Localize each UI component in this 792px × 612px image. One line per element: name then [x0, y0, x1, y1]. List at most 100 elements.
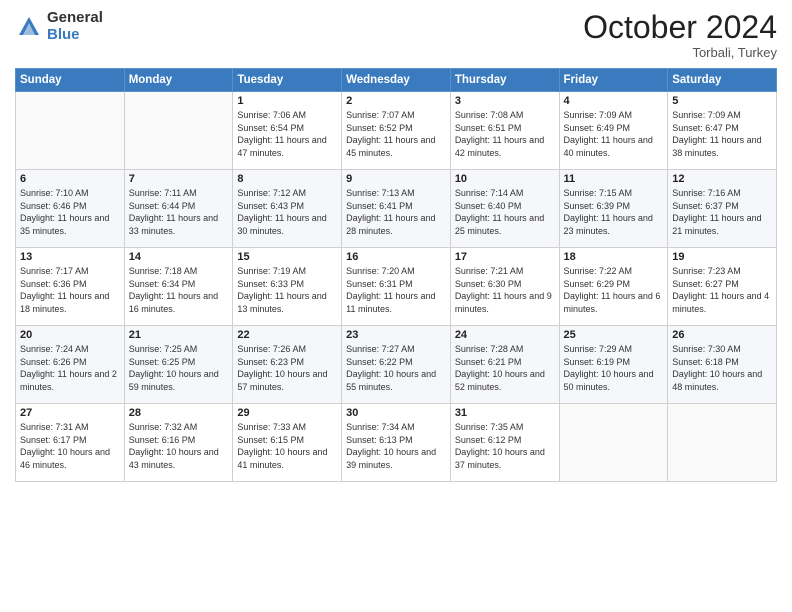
calendar-cell: 21 Sunrise: 7:25 AMSunset: 6:25 PMDaylig… [124, 326, 233, 404]
calendar-cell: 10 Sunrise: 7:14 AMSunset: 6:40 PMDaylig… [450, 170, 559, 248]
day-header-thursday: Thursday [450, 69, 559, 92]
day-number: 12 [672, 173, 772, 185]
calendar-week-row: 13 Sunrise: 7:17 AMSunset: 6:36 PMDaylig… [16, 248, 777, 326]
day-number: 6 [20, 173, 120, 185]
day-number: 10 [455, 173, 555, 185]
logo-blue-text: Blue [47, 27, 103, 44]
calendar-cell: 22 Sunrise: 7:26 AMSunset: 6:23 PMDaylig… [233, 326, 342, 404]
calendar-header-row: SundayMondayTuesdayWednesdayThursdayFrid… [16, 69, 777, 92]
day-number: 2 [346, 95, 446, 107]
day-number: 3 [455, 95, 555, 107]
day-info: Sunrise: 7:33 AMSunset: 6:15 PMDaylight:… [237, 421, 337, 471]
calendar-cell: 24 Sunrise: 7:28 AMSunset: 6:21 PMDaylig… [450, 326, 559, 404]
calendar-cell: 19 Sunrise: 7:23 AMSunset: 6:27 PMDaylig… [668, 248, 777, 326]
calendar-cell: 20 Sunrise: 7:24 AMSunset: 6:26 PMDaylig… [16, 326, 125, 404]
calendar-cell: 7 Sunrise: 7:11 AMSunset: 6:44 PMDayligh… [124, 170, 233, 248]
day-number: 25 [564, 329, 664, 341]
day-number: 14 [129, 251, 229, 263]
calendar-cell: 4 Sunrise: 7:09 AMSunset: 6:49 PMDayligh… [559, 92, 668, 170]
day-header-tuesday: Tuesday [233, 69, 342, 92]
calendar-cell: 17 Sunrise: 7:21 AMSunset: 6:30 PMDaylig… [450, 248, 559, 326]
day-number: 23 [346, 329, 446, 341]
calendar-cell: 16 Sunrise: 7:20 AMSunset: 6:31 PMDaylig… [342, 248, 451, 326]
day-info: Sunrise: 7:08 AMSunset: 6:51 PMDaylight:… [455, 109, 555, 159]
calendar-cell: 31 Sunrise: 7:35 AMSunset: 6:12 PMDaylig… [450, 404, 559, 482]
calendar-week-row: 1 Sunrise: 7:06 AMSunset: 6:54 PMDayligh… [16, 92, 777, 170]
day-info: Sunrise: 7:14 AMSunset: 6:40 PMDaylight:… [455, 187, 555, 237]
day-info: Sunrise: 7:35 AMSunset: 6:12 PMDaylight:… [455, 421, 555, 471]
calendar-cell: 12 Sunrise: 7:16 AMSunset: 6:37 PMDaylig… [668, 170, 777, 248]
calendar-cell: 14 Sunrise: 7:18 AMSunset: 6:34 PMDaylig… [124, 248, 233, 326]
day-info: Sunrise: 7:13 AMSunset: 6:41 PMDaylight:… [346, 187, 446, 237]
calendar-cell: 5 Sunrise: 7:09 AMSunset: 6:47 PMDayligh… [668, 92, 777, 170]
calendar-cell: 25 Sunrise: 7:29 AMSunset: 6:19 PMDaylig… [559, 326, 668, 404]
logo-icon [15, 13, 43, 41]
day-number: 28 [129, 407, 229, 419]
day-number: 4 [564, 95, 664, 107]
day-number: 13 [20, 251, 120, 263]
day-info: Sunrise: 7:17 AMSunset: 6:36 PMDaylight:… [20, 265, 120, 315]
day-number: 1 [237, 95, 337, 107]
day-header-friday: Friday [559, 69, 668, 92]
day-info: Sunrise: 7:27 AMSunset: 6:22 PMDaylight:… [346, 343, 446, 393]
day-number: 5 [672, 95, 772, 107]
calendar-cell [16, 92, 125, 170]
day-number: 17 [455, 251, 555, 263]
day-header-monday: Monday [124, 69, 233, 92]
calendar-week-row: 20 Sunrise: 7:24 AMSunset: 6:26 PMDaylig… [16, 326, 777, 404]
day-number: 11 [564, 173, 664, 185]
day-info: Sunrise: 7:22 AMSunset: 6:29 PMDaylight:… [564, 265, 664, 315]
calendar-week-row: 27 Sunrise: 7:31 AMSunset: 6:17 PMDaylig… [16, 404, 777, 482]
calendar-cell: 26 Sunrise: 7:30 AMSunset: 6:18 PMDaylig… [668, 326, 777, 404]
day-number: 30 [346, 407, 446, 419]
day-info: Sunrise: 7:16 AMSunset: 6:37 PMDaylight:… [672, 187, 772, 237]
calendar-cell: 29 Sunrise: 7:33 AMSunset: 6:15 PMDaylig… [233, 404, 342, 482]
calendar-table: SundayMondayTuesdayWednesdayThursdayFrid… [15, 68, 777, 482]
day-header-saturday: Saturday [668, 69, 777, 92]
day-info: Sunrise: 7:24 AMSunset: 6:26 PMDaylight:… [20, 343, 120, 393]
day-info: Sunrise: 7:20 AMSunset: 6:31 PMDaylight:… [346, 265, 446, 315]
day-number: 9 [346, 173, 446, 185]
day-number: 18 [564, 251, 664, 263]
header: General Blue October 2024 Torbali, Turke… [15, 10, 777, 60]
day-number: 24 [455, 329, 555, 341]
day-info: Sunrise: 7:34 AMSunset: 6:13 PMDaylight:… [346, 421, 446, 471]
day-number: 26 [672, 329, 772, 341]
day-info: Sunrise: 7:09 AMSunset: 6:49 PMDaylight:… [564, 109, 664, 159]
calendar-week-row: 6 Sunrise: 7:10 AMSunset: 6:46 PMDayligh… [16, 170, 777, 248]
calendar-cell: 27 Sunrise: 7:31 AMSunset: 6:17 PMDaylig… [16, 404, 125, 482]
calendar-cell: 3 Sunrise: 7:08 AMSunset: 6:51 PMDayligh… [450, 92, 559, 170]
calendar-cell [124, 92, 233, 170]
day-info: Sunrise: 7:21 AMSunset: 6:30 PMDaylight:… [455, 265, 555, 315]
day-info: Sunrise: 7:29 AMSunset: 6:19 PMDaylight:… [564, 343, 664, 393]
calendar-cell: 30 Sunrise: 7:34 AMSunset: 6:13 PMDaylig… [342, 404, 451, 482]
day-number: 8 [237, 173, 337, 185]
day-info: Sunrise: 7:10 AMSunset: 6:46 PMDaylight:… [20, 187, 120, 237]
day-info: Sunrise: 7:32 AMSunset: 6:16 PMDaylight:… [129, 421, 229, 471]
day-info: Sunrise: 7:06 AMSunset: 6:54 PMDaylight:… [237, 109, 337, 159]
calendar-cell [559, 404, 668, 482]
day-number: 20 [20, 329, 120, 341]
day-info: Sunrise: 7:18 AMSunset: 6:34 PMDaylight:… [129, 265, 229, 315]
day-info: Sunrise: 7:07 AMSunset: 6:52 PMDaylight:… [346, 109, 446, 159]
day-number: 16 [346, 251, 446, 263]
day-number: 22 [237, 329, 337, 341]
calendar-cell [668, 404, 777, 482]
calendar-cell: 1 Sunrise: 7:06 AMSunset: 6:54 PMDayligh… [233, 92, 342, 170]
month-title: October 2024 [583, 10, 777, 45]
calendar-cell: 9 Sunrise: 7:13 AMSunset: 6:41 PMDayligh… [342, 170, 451, 248]
day-number: 27 [20, 407, 120, 419]
logo: General Blue [15, 10, 103, 43]
day-info: Sunrise: 7:28 AMSunset: 6:21 PMDaylight:… [455, 343, 555, 393]
day-info: Sunrise: 7:09 AMSunset: 6:47 PMDaylight:… [672, 109, 772, 159]
day-header-wednesday: Wednesday [342, 69, 451, 92]
day-number: 19 [672, 251, 772, 263]
location-subtitle: Torbali, Turkey [583, 45, 777, 60]
day-info: Sunrise: 7:26 AMSunset: 6:23 PMDaylight:… [237, 343, 337, 393]
calendar-page: General Blue October 2024 Torbali, Turke… [0, 0, 792, 612]
day-info: Sunrise: 7:23 AMSunset: 6:27 PMDaylight:… [672, 265, 772, 315]
day-number: 21 [129, 329, 229, 341]
day-info: Sunrise: 7:19 AMSunset: 6:33 PMDaylight:… [237, 265, 337, 315]
logo-general-text: General [47, 10, 103, 27]
calendar-cell: 18 Sunrise: 7:22 AMSunset: 6:29 PMDaylig… [559, 248, 668, 326]
